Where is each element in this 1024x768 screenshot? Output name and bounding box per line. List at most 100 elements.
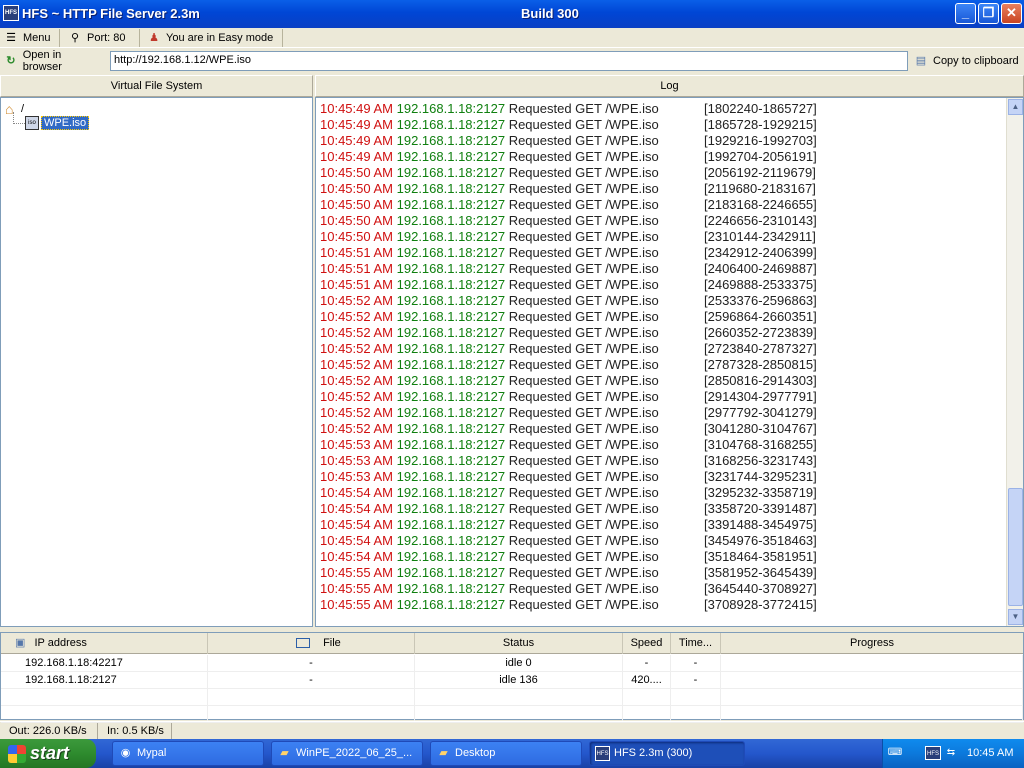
taskbar-item-desktop[interactable]: ▰ Desktop <box>430 741 582 766</box>
file-column-icon <box>296 638 310 649</box>
taskbar-item-winpe[interactable]: ▰ WinPE_2022_06_25_... <box>271 741 423 766</box>
log-entry[interactable]: 10:45:49 AM 192.168.1.18:2127 Requested … <box>320 149 817 165</box>
log-entry[interactable]: 10:45:52 AM 192.168.1.18:2127 Requested … <box>320 341 817 357</box>
col-progress[interactable]: Progress <box>721 633 1023 654</box>
task-label: HFS 2.3m (300) <box>614 747 693 759</box>
copy-to-clipboard-button[interactable]: ▤ Copy to clipboard <box>910 52 1024 70</box>
log-entry[interactable]: 10:45:52 AM 192.168.1.18:2127 Requested … <box>320 405 817 421</box>
log-range: [3358720-3391487] <box>704 501 817 516</box>
log-entry[interactable]: 10:45:54 AM 192.168.1.18:2127 Requested … <box>320 533 817 549</box>
log-message: Requested GET /WPE.iso <box>508 533 659 548</box>
log-entry[interactable]: 10:45:50 AM 192.168.1.18:2127 Requested … <box>320 165 816 181</box>
start-button[interactable]: start <box>0 739 96 768</box>
clock[interactable]: 10:45 AM <box>967 747 1013 759</box>
tree-item-wpe-iso[interactable]: iso WPE.iso <box>25 116 90 130</box>
log-entry[interactable]: 10:45:49 AM 192.168.1.18:2127 Requested … <box>320 133 817 149</box>
log-entry[interactable]: 10:45:52 AM 192.168.1.18:2127 Requested … <box>320 309 817 325</box>
taskbar-item-mypal[interactable]: ◉ Mypal <box>112 741 264 766</box>
log-time: 10:45:49 AM <box>320 101 393 116</box>
close-button[interactable]: ✕ <box>1001 3 1022 24</box>
log-entry[interactable]: 10:45:52 AM 192.168.1.18:2127 Requested … <box>320 421 817 437</box>
log-time: 10:45:50 AM <box>320 181 393 196</box>
minimize-button[interactable]: _ <box>955 3 976 24</box>
col-status[interactable]: Status <box>415 633 623 654</box>
cell-speed <box>623 689 671 706</box>
log-entry[interactable]: 10:45:55 AM 192.168.1.18:2127 Requested … <box>320 597 817 613</box>
log-entry[interactable]: 10:45:52 AM 192.168.1.18:2127 Requested … <box>320 293 817 309</box>
cell-ip: 192.168.1.18:42217 <box>1 655 208 672</box>
scroll-up-icon[interactable]: ▲ <box>1008 99 1023 115</box>
title-bar[interactable]: HFS HFS ~ HTTP File Server 2.3m Build 30… <box>0 0 1024 28</box>
log-message: Requested GET /WPE.iso <box>508 213 659 228</box>
mode-button[interactable]: ♟ You are in Easy mode <box>143 29 283 47</box>
log-ip: 192.168.1.18:2127 <box>396 581 506 596</box>
connection-row[interactable]: 192.168.1.18:2127- idle 136 420.... - <box>1 672 1023 689</box>
log-time: 10:45:54 AM <box>320 533 393 548</box>
open-in-browser-button[interactable]: ↻ Open in browser <box>0 49 106 73</box>
virtual-file-system-tree[interactable]: ⌂ / iso WPE.iso <box>0 97 313 627</box>
log-entry[interactable]: 10:45:54 AM 192.168.1.18:2127 Requested … <box>320 517 817 533</box>
port-button[interactable]: ⚲ Port: 80 <box>64 29 140 47</box>
log-message: Requested GET /WPE.iso <box>508 469 659 484</box>
log-panel[interactable]: 10:45:49 AM 192.168.1.18:2127 Requested … <box>315 97 1024 627</box>
log-entry[interactable]: 10:45:50 AM 192.168.1.18:2127 Requested … <box>320 213 817 229</box>
log-entry[interactable]: 10:45:54 AM 192.168.1.18:2127 Requested … <box>320 549 817 565</box>
plug-icon: ⚲ <box>70 32 80 44</box>
col-file[interactable]: File <box>208 633 415 654</box>
maximize-button[interactable]: ❐ <box>978 3 999 24</box>
scroll-down-icon[interactable]: ▼ <box>1008 609 1023 625</box>
taskbar-item-hfs[interactable]: HFS HFS 2.3m (300) <box>589 741 745 766</box>
log-message: Requested GET /WPE.iso <box>508 453 659 468</box>
keyboard-icon[interactable]: ⌨ <box>887 746 903 760</box>
cell-file: - <box>208 655 415 672</box>
log-entry[interactable]: 10:45:55 AM 192.168.1.18:2127 Requested … <box>320 581 817 597</box>
log-scrollbar[interactable]: ▲ ▼ <box>1006 98 1023 626</box>
log-ip: 192.168.1.18:2127 <box>396 453 506 468</box>
log-entry[interactable]: 10:45:49 AM 192.168.1.18:2127 Requested … <box>320 117 817 133</box>
url-field[interactable]: http://192.168.1.12/WPE.iso <box>110 51 908 71</box>
log-time: 10:45:52 AM <box>320 293 393 308</box>
log-entry[interactable]: 10:45:52 AM 192.168.1.18:2127 Requested … <box>320 373 817 389</box>
log-entry[interactable]: 10:45:52 AM 192.168.1.18:2127 Requested … <box>320 325 817 341</box>
log-entry[interactable]: 10:45:53 AM 192.168.1.18:2127 Requested … <box>320 469 817 485</box>
log-ip: 192.168.1.18:2127 <box>396 101 506 116</box>
cell-speed: 420.... <box>623 672 671 689</box>
open-in-browser-label: Open in browser <box>22 49 62 73</box>
log-entry[interactable]: 10:45:53 AM 192.168.1.18:2127 Requested … <box>320 437 817 453</box>
cell-speed: - <box>623 655 671 672</box>
log-entry[interactable]: 10:45:51 AM 192.168.1.18:2127 Requested … <box>320 277 817 293</box>
log-range: [3391488-3454975] <box>704 517 817 532</box>
connections-list[interactable]: ▣ IP address File Status Speed Time... P… <box>0 632 1024 723</box>
log-time: 10:45:52 AM <box>320 421 393 436</box>
log-entry[interactable]: 10:45:51 AM 192.168.1.18:2127 Requested … <box>320 245 817 261</box>
log-entry[interactable]: 10:45:54 AM 192.168.1.18:2127 Requested … <box>320 485 817 501</box>
log-range: [3104768-3168255] <box>704 437 817 452</box>
main-toolbar: ☰ Menu ⚲ Port: 80 ♟ You are in Easy mode <box>0 28 1024 48</box>
log-entry[interactable]: 10:45:52 AM 192.168.1.18:2127 Requested … <box>320 389 817 405</box>
log-entry[interactable]: 10:45:54 AM 192.168.1.18:2127 Requested … <box>320 501 817 517</box>
log-range: [3581952-3645439] <box>704 565 817 580</box>
col-ip[interactable]: ▣ IP address <box>1 633 208 654</box>
log-entry[interactable]: 10:45:50 AM 192.168.1.18:2127 Requested … <box>320 229 816 245</box>
log-entry[interactable]: 10:45:51 AM 192.168.1.18:2127 Requested … <box>320 261 817 277</box>
log-entry[interactable]: 10:45:50 AM 192.168.1.18:2127 Requested … <box>320 181 816 197</box>
col-time[interactable]: Time... <box>671 633 721 654</box>
log-entry[interactable]: 10:45:53 AM 192.168.1.18:2127 Requested … <box>320 453 817 469</box>
cell-status: idle 136 <box>415 672 623 689</box>
connection-row[interactable]: 192.168.1.18:42217- idle 0-- <box>1 655 1023 672</box>
log-time: 10:45:54 AM <box>320 517 393 532</box>
col-speed[interactable]: Speed <box>623 633 671 654</box>
log-message: Requested GET /WPE.iso <box>508 101 659 116</box>
log-entry[interactable]: 10:45:55 AM 192.168.1.18:2127 Requested … <box>320 565 817 581</box>
log-entry[interactable]: 10:45:52 AM 192.168.1.18:2127 Requested … <box>320 357 817 373</box>
network-tray-icon[interactable]: ⇆ <box>943 746 959 760</box>
log-message: Requested GET /WPE.iso <box>508 549 659 564</box>
hfs-tray-icon[interactable]: HFS <box>925 746 941 760</box>
menu-button[interactable]: ☰ Menu <box>0 29 60 47</box>
log-range: [2469888-2533375] <box>704 277 817 292</box>
log-time: 10:45:52 AM <box>320 405 393 420</box>
hfs-app-icon[interactable]: HFS <box>3 5 19 21</box>
log-entry[interactable]: 10:45:49 AM 192.168.1.18:2127 Requested … <box>320 101 817 117</box>
scroll-thumb[interactable] <box>1008 488 1023 606</box>
log-entry[interactable]: 10:45:50 AM 192.168.1.18:2127 Requested … <box>320 197 817 213</box>
